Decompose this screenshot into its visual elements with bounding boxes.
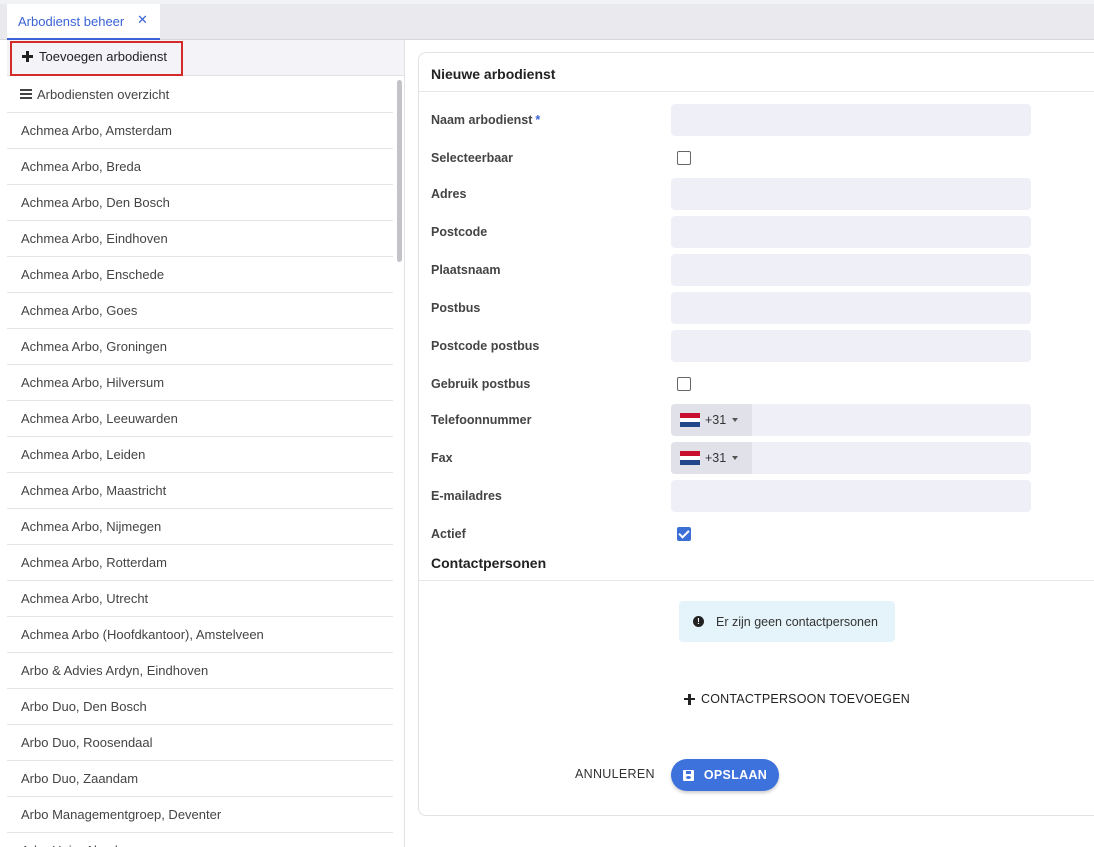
- postcode-postbus-input[interactable]: [671, 330, 1031, 362]
- no-contacts-alert: ! Er zijn geen contactpersonen: [679, 601, 895, 642]
- sidebar-scrollbar[interactable]: [397, 80, 402, 262]
- label-postbus: Postbus: [431, 301, 481, 315]
- plaatsnaam-input[interactable]: [671, 254, 1031, 286]
- tab-label: Arbodienst beheer: [18, 13, 125, 29]
- label-plaatsnaam: Plaatsnaam: [431, 263, 501, 277]
- close-icon[interactable]: ✕: [137, 12, 148, 28]
- contactpersonen-divider: [419, 580, 1094, 581]
- sidebar-list-item[interactable]: Achmea Arbo, Hilversum: [7, 364, 393, 400]
- selecteerbaar-checkbox[interactable]: [677, 151, 691, 165]
- list-icon: [20, 89, 32, 99]
- form-title: Nieuwe arbodienst: [431, 66, 556, 82]
- label-gebruik-postbus: Gebruik postbus: [431, 377, 531, 391]
- sidebar-list-item[interactable]: Arbo Duo, Den Bosch: [7, 688, 393, 724]
- fax-field[interactable]: +31: [671, 442, 1031, 474]
- plus-icon: [22, 51, 33, 62]
- fax-country-select[interactable]: +31: [671, 442, 752, 474]
- postbus-input[interactable]: [671, 292, 1031, 324]
- telefoon-field[interactable]: +31: [671, 404, 1031, 436]
- fax-prefix: +31: [705, 451, 727, 465]
- sidebar-list-item[interactable]: Achmea Arbo (Hoofdkantoor), Amstelveen: [7, 616, 393, 652]
- label-fax: Fax: [431, 451, 453, 465]
- gebruik-postbus-checkbox[interactable]: [677, 377, 691, 391]
- sidebar-list-item[interactable]: Achmea Arbo, Goes: [7, 292, 393, 328]
- caret-down-icon: [732, 456, 739, 460]
- telefoon-country-select[interactable]: +31: [671, 404, 752, 436]
- sidebar-list-item[interactable]: Achmea Arbo, Groningen: [7, 328, 393, 364]
- postcode-input[interactable]: [671, 216, 1031, 248]
- sidebar-list-item[interactable]: Achmea Arbo, Breda: [7, 148, 393, 184]
- sidebar-list-item[interactable]: Arbo & Advies Ardyn, Eindhoven: [7, 652, 393, 688]
- nl-flag-icon: [680, 451, 700, 466]
- label-postcode-postbus: Postcode postbus: [431, 339, 540, 353]
- add-contact-button[interactable]: CONTACTPERSOON TOEVOEGEN: [684, 692, 910, 706]
- caret-down-icon: [732, 418, 739, 422]
- email-input[interactable]: [671, 480, 1031, 512]
- actief-checkbox[interactable]: [677, 527, 691, 541]
- sidebar: Toevoegen arbodienst Arbodiensten overzi…: [7, 40, 405, 847]
- sidebar-list-item[interactable]: Achmea Arbo, Amsterdam: [7, 112, 393, 148]
- adres-input[interactable]: [671, 178, 1031, 210]
- add-arbodienst-label: Toevoegen arbodienst: [39, 49, 167, 64]
- sidebar-list-item[interactable]: Achmea Arbo, Rotterdam: [7, 544, 393, 580]
- overview-link[interactable]: Arbodiensten overzicht: [7, 76, 393, 112]
- label-adres: Adres: [431, 187, 467, 201]
- sidebar-list-item[interactable]: Achmea Arbo, Utrecht: [7, 580, 393, 616]
- save-button[interactable]: OPSLAAN: [671, 759, 779, 791]
- telefoon-prefix: +31: [705, 413, 727, 427]
- contactpersonen-title: Contactpersonen: [431, 555, 547, 571]
- no-contacts-message: Er zijn geen contactpersonen: [716, 614, 878, 629]
- sidebar-list-item[interactable]: Achmea Arbo, Eindhoven: [7, 220, 393, 256]
- label-selecteerbaar: Selecteerbaar: [431, 151, 514, 165]
- sidebar-list-item[interactable]: Achmea Arbo, Leeuwarden: [7, 400, 393, 436]
- add-arbodienst-button[interactable]: Toevoegen arbodienst: [7, 40, 404, 76]
- cancel-button[interactable]: ANNULEREN: [575, 767, 655, 781]
- save-icon: [682, 769, 694, 781]
- sidebar-list-item[interactable]: Achmea Arbo, Nijmegen: [7, 508, 393, 544]
- label-email: E-mailadres: [431, 489, 502, 503]
- tab-arbodienst-beheer[interactable]: Arbodienst beheer ✕: [7, 4, 160, 40]
- form-title-divider: [419, 91, 1094, 92]
- alert-icon: !: [693, 616, 704, 627]
- sidebar-list-item[interactable]: Achmea Arbo, Den Bosch: [7, 184, 393, 220]
- sidebar-list-item[interactable]: Arbo Duo, Roosendaal: [7, 724, 393, 760]
- label-telefoon: Telefoonnummer: [431, 413, 532, 427]
- sidebar-list-item[interactable]: Achmea Arbo, Enschede: [7, 256, 393, 292]
- overview-label: Arbodiensten overzicht: [37, 86, 170, 102]
- nl-flag-icon: [680, 413, 700, 428]
- add-contact-label: CONTACTPERSOON TOEVOEGEN: [701, 692, 910, 706]
- label-actief: Actief: [431, 527, 466, 541]
- sidebar-list-item[interactable]: Arbo Managementgroep, Deventer: [7, 796, 393, 832]
- label-postcode: Postcode: [431, 225, 488, 239]
- label-naam: Naam arbodienst *: [431, 113, 541, 127]
- plus-icon: [684, 693, 695, 705]
- sidebar-list-item[interactable]: Arbo Unie, Almelo: [7, 832, 393, 847]
- tab-bar: Arbodienst beheer ✕: [0, 4, 1094, 40]
- sidebar-list-item[interactable]: Arbo Duo, Zaandam: [7, 760, 393, 796]
- arbodienst-list: Achmea Arbo, Amsterdam Achmea Arbo, Breda…: [7, 112, 393, 847]
- save-label: OPSLAAN: [703, 768, 768, 782]
- sidebar-list-item[interactable]: Achmea Arbo, Leiden: [7, 436, 393, 472]
- sidebar-list-item[interactable]: Achmea Arbo, Maastricht: [7, 472, 393, 508]
- naam-input[interactable]: [671, 104, 1031, 136]
